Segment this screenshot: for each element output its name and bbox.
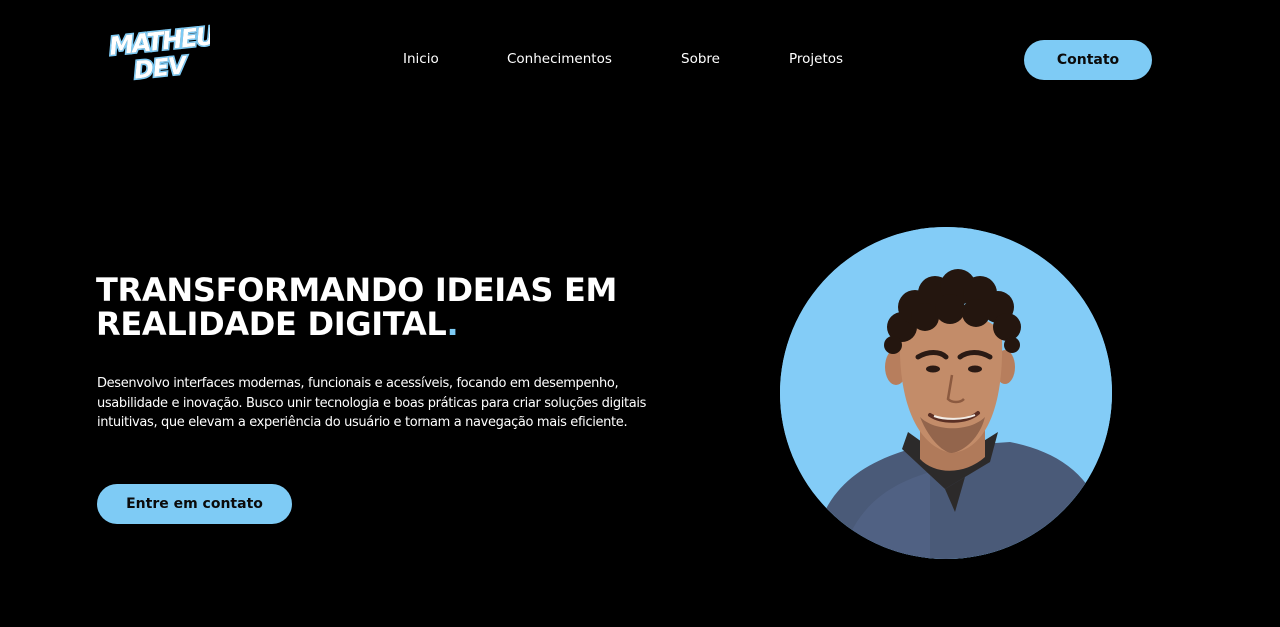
brand-logo[interactable]: MATHEUS MATHEUS DEV DEV bbox=[106, 16, 210, 86]
hero-title-line1: TRANSFORMANDO IDEIAS EM bbox=[96, 271, 618, 309]
nav-link-projetos[interactable]: Projetos bbox=[789, 51, 843, 67]
profile-portrait bbox=[780, 227, 1112, 559]
profile-photo bbox=[780, 227, 1112, 559]
page: MATHEUS MATHEUS DEV DEV Inicio Conhecime… bbox=[0, 0, 1280, 627]
hero-title-dot: . bbox=[446, 305, 459, 343]
logo-graphic: MATHEUS MATHEUS DEV DEV bbox=[106, 18, 210, 86]
hero-title: TRANSFORMANDO IDEIAS EM REALIDADE DIGITA… bbox=[96, 273, 676, 341]
nav-link-inicio[interactable]: Inicio bbox=[403, 51, 439, 67]
contact-button[interactable]: Contato bbox=[1024, 40, 1152, 80]
hero-title-line2: REALIDADE DIGITAL bbox=[96, 305, 447, 343]
logo-text-line2-fill: DEV bbox=[132, 51, 190, 85]
nav-link-conhecimentos[interactable]: Conhecimentos bbox=[507, 51, 612, 67]
contact-cta-button[interactable]: Entre em contato bbox=[97, 484, 292, 524]
nav-link-sobre[interactable]: Sobre bbox=[681, 51, 720, 67]
hero-description: Desenvolvo interfaces modernas, funciona… bbox=[97, 376, 647, 430]
